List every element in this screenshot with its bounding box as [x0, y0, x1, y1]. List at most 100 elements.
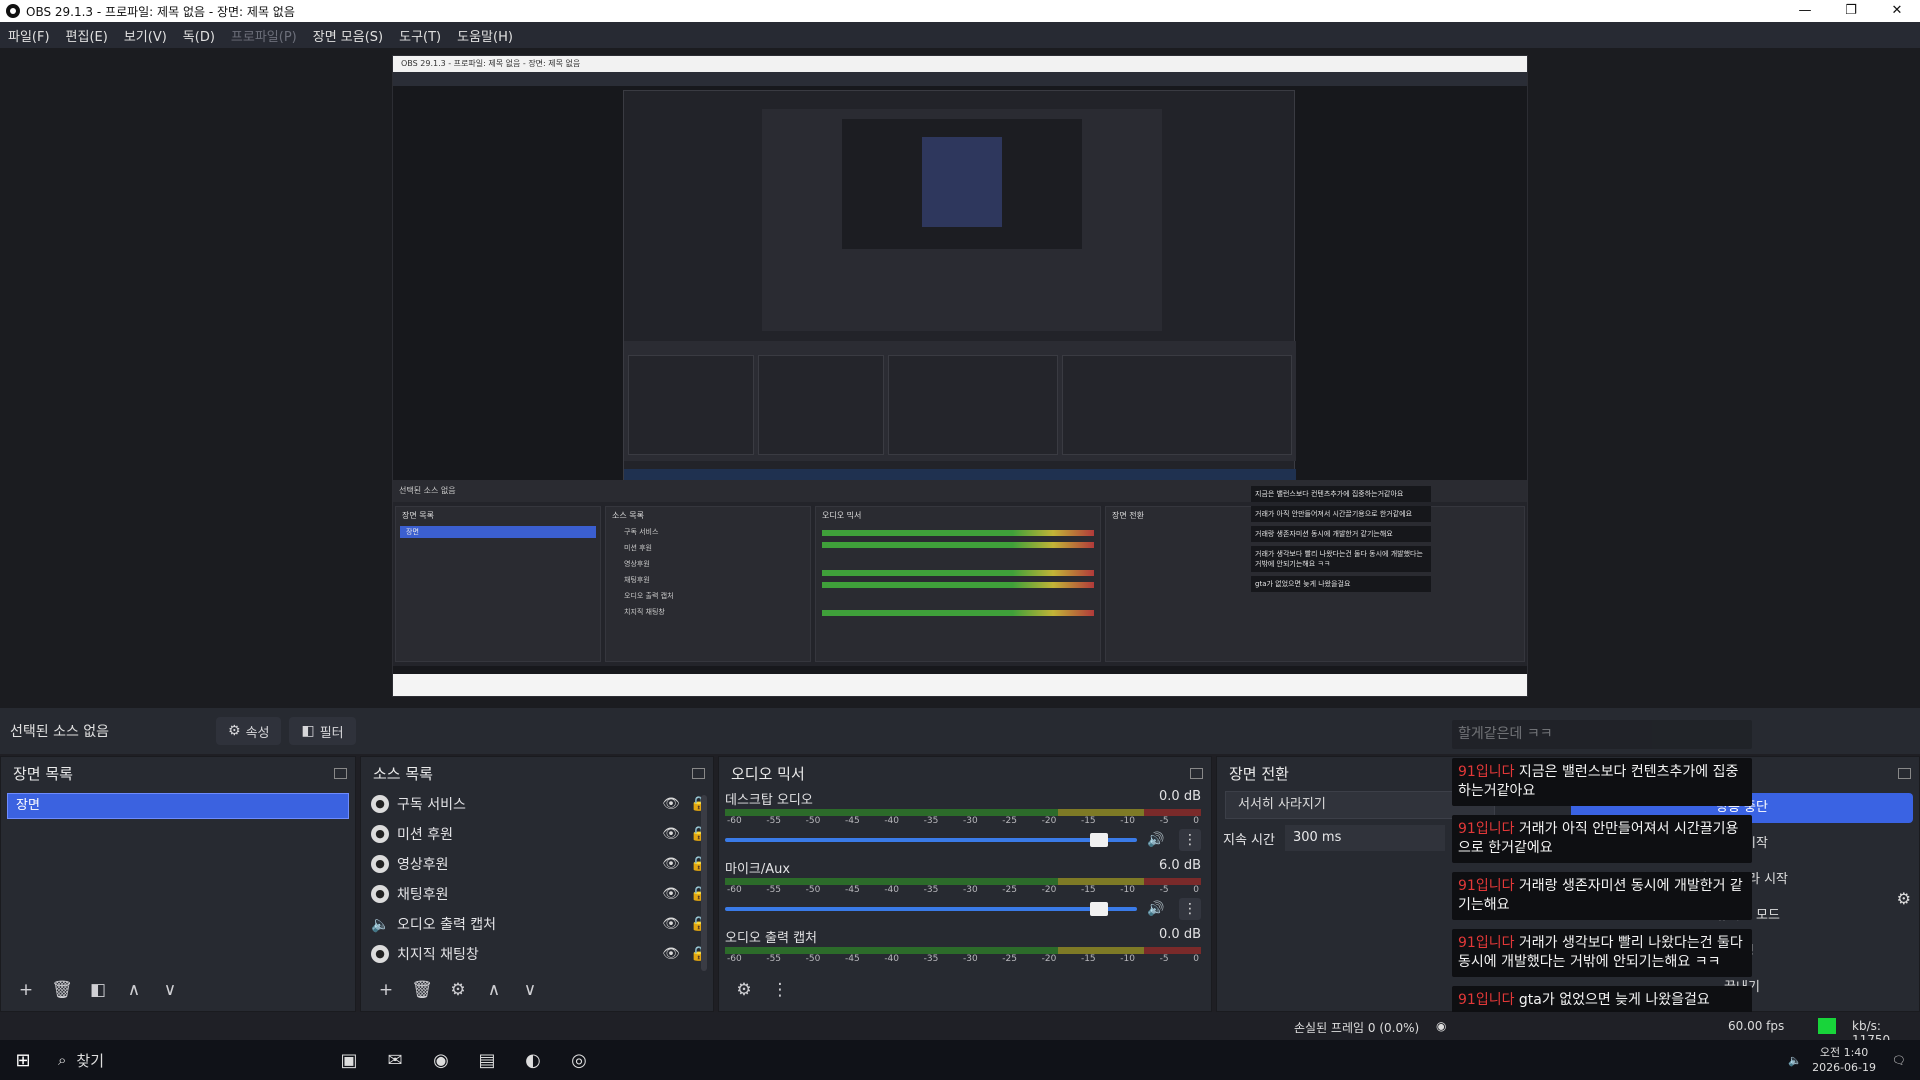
source-item[interactable]: ● 치지직 채팅창 👁 🔒 — [361, 939, 713, 969]
menu-file[interactable]: 파일(F) — [8, 26, 50, 45]
close-button[interactable]: ✕ — [1874, 0, 1920, 22]
move-down-button[interactable]: ∨ — [153, 977, 187, 1003]
dropped-frames: 손실된 프레임 0 (0.0%) — [1294, 1021, 1420, 1035]
edge-browser-icon[interactable]: ◐ — [510, 1050, 556, 1071]
lock-icon[interactable]: 🔒 — [685, 886, 713, 902]
source-item[interactable]: ● 영상후원 👁 🔒 — [361, 849, 713, 879]
visibility-eye-icon[interactable]: 👁 — [657, 796, 685, 812]
volume-slider[interactable] — [725, 902, 1137, 916]
remove-scene-button[interactable]: 🗑 — [45, 977, 79, 1003]
meter-tick: -10 — [1120, 954, 1135, 964]
speaker-tray-icon[interactable]: 🔈 — [1788, 1054, 1802, 1067]
chat-username: 91입니다 — [1458, 764, 1515, 780]
steam-icon[interactable]: ◎ — [556, 1050, 602, 1071]
meter-tick: -30 — [962, 954, 978, 964]
menu-bar: 파일(F) 편집(E) 보기(V) 독(D) 프로파일(P) 장면 모음(S) … — [0, 22, 1920, 48]
no-source-label: 선택된 소스 없음 — [10, 724, 110, 740]
taskbar-clock[interactable]: 오전 1:40 2026-06-19 — [1812, 1045, 1876, 1075]
lock-icon[interactable]: 🔒 — [685, 916, 713, 932]
channel-menu-icon[interactable]: ⋮ — [1179, 898, 1201, 920]
window-title: OBS 29.1.3 - 프로파일: 제목 없음 - 장면: 제목 없음 — [26, 4, 295, 19]
meter-tick: -20 — [1041, 954, 1057, 964]
visibility-eye-icon[interactable]: 👁 — [657, 916, 685, 932]
float-dock-icon[interactable] — [692, 767, 705, 779]
visibility-eye-icon[interactable]: 👁 — [657, 886, 685, 902]
source-properties-button[interactable]: ⚙ — [441, 977, 475, 1003]
mixer-menu-button[interactable]: ⋮ — [763, 977, 797, 1003]
menu-tools[interactable]: 도구(T) — [399, 26, 441, 45]
advanced-audio-button[interactable]: ⚙ — [727, 977, 761, 1003]
meter-tick: -60 — [727, 885, 742, 895]
menu-edit[interactable]: 편집(E) — [66, 26, 108, 45]
chat-message: 91입니다 거래가 생각보다 빨리 나왔다는건 둘다 동시에 개발했다는 거밖에… — [1452, 929, 1752, 977]
duration-label: 지속 시간 — [1223, 832, 1275, 848]
visibility-eye-icon[interactable]: 👁 — [657, 826, 685, 842]
chat-overlay: 할게같은데 ㅋㅋ 91입니다 지금은 밸런스보다 컨텐츠추가에 집중하는거같아요 9… — [1452, 720, 1752, 1062]
meter-tick: -45 — [844, 816, 860, 826]
float-dock-icon[interactable] — [1190, 767, 1203, 779]
lock-icon[interactable]: 🔒 — [685, 856, 713, 872]
speaker-icon[interactable]: 🔊 — [1147, 832, 1171, 848]
lock-icon[interactable]: 🔒 — [685, 946, 713, 962]
mail-app-icon[interactable]: ✉ — [372, 1050, 418, 1071]
taskbar-search[interactable]: ⌕ 찾기 — [46, 1042, 326, 1078]
source-item[interactable]: ● 미션 후원 👁 🔒 — [361, 819, 713, 849]
move-up-button[interactable]: ∧ — [477, 977, 511, 1003]
sources-scrollbar[interactable] — [701, 795, 707, 971]
move-up-button[interactable]: ∧ — [117, 977, 151, 1003]
gear-icon: ⚙ — [228, 723, 241, 739]
program-preview[interactable]: OBS 29.1.3 - 프로파일: 제목 없음 - 장면: 제목 없음 선택된… — [392, 55, 1528, 697]
sources-dock-title: 소스 목록 — [373, 764, 433, 783]
channel-name: 마이크/Aux — [725, 862, 791, 877]
meter-tick: -5 — [1159, 885, 1169, 895]
chat-message: 91입니다 거래랑 생존자미션 동시에 개발한거 같기는해요 — [1452, 872, 1752, 920]
chat-username: 91입니다 — [1458, 935, 1515, 951]
menu-scene-collection[interactable]: 장면 모음(S) — [313, 26, 383, 45]
globe-icon: ● — [371, 795, 389, 813]
menu-help[interactable]: 도움말(H) — [457, 26, 513, 45]
add-source-button[interactable]: + — [369, 977, 403, 1003]
stream-status-icon: ◉ — [1436, 1019, 1447, 1033]
speaker-icon[interactable]: 🔊 — [1147, 901, 1171, 917]
source-item[interactable]: ● 구독 서비스 👁 🔒 — [361, 789, 713, 819]
menu-docks[interactable]: 독(D) — [183, 26, 215, 45]
scene-item[interactable]: 장면 — [7, 793, 349, 819]
meter-tick: -55 — [766, 885, 782, 895]
float-dock-icon[interactable] — [334, 767, 347, 779]
meter-tick: -40 — [884, 954, 900, 964]
add-scene-button[interactable]: + — [9, 977, 43, 1003]
move-down-button[interactable]: ∨ — [513, 977, 547, 1003]
menu-profile[interactable]: 프로파일(P) — [231, 26, 297, 45]
maximize-button[interactable]: ❐ — [1828, 0, 1874, 22]
lock-icon[interactable]: 🔒 — [685, 796, 713, 812]
meter-ticks: -60 -55 -50 -45 -40 -35 -30 -25 -20 -15 -10 -5 0 — [725, 816, 1201, 830]
scene-filters-button[interactable]: ◧ — [81, 977, 115, 1003]
meter-tick: -25 — [1002, 816, 1017, 826]
channel-menu-icon[interactable]: ⋮ — [1179, 829, 1201, 851]
windows-start-icon[interactable]: ⊞ — [0, 1050, 46, 1071]
source-item[interactable]: ● 채팅후원 👁 🔒 — [361, 879, 713, 909]
filters-button[interactable]: ◧ 필터 — [289, 717, 356, 745]
minimize-button[interactable]: — — [1782, 0, 1828, 22]
channel-db: 6.0 dB — [1159, 858, 1201, 873]
slider-knob[interactable] — [1090, 902, 1109, 916]
visibility-eye-icon[interactable]: 👁 — [657, 856, 685, 872]
notification-icon[interactable]: 🗨 — [1892, 1054, 1906, 1067]
float-dock-icon[interactable] — [1898, 767, 1911, 779]
remove-source-button[interactable]: 🗑 — [405, 977, 439, 1003]
slider-knob[interactable] — [1090, 833, 1109, 847]
source-item[interactable]: 🔈 오디오 출력 캡처 👁 🔒 — [361, 909, 713, 939]
volume-slider[interactable] — [725, 833, 1137, 847]
properties-button[interactable]: ⚙ 속성 — [216, 717, 282, 745]
visibility-eye-icon[interactable]: 👁 — [657, 946, 685, 962]
duration-input[interactable]: 300 ms — [1284, 825, 1445, 851]
file-explorer-icon[interactable]: ▤ — [464, 1050, 510, 1071]
meter-tick: -35 — [923, 816, 939, 826]
preview-inner-menu — [393, 72, 1527, 86]
obs-app-icon[interactable]: ◉ — [418, 1050, 464, 1071]
gear-icon[interactable]: ⚙ — [1897, 889, 1911, 908]
lock-icon[interactable]: 🔒 — [685, 826, 713, 842]
menu-view[interactable]: 보기(V) — [124, 26, 167, 45]
task-view-icon[interactable]: ▣ — [326, 1050, 372, 1071]
globe-icon: ● — [371, 945, 389, 963]
